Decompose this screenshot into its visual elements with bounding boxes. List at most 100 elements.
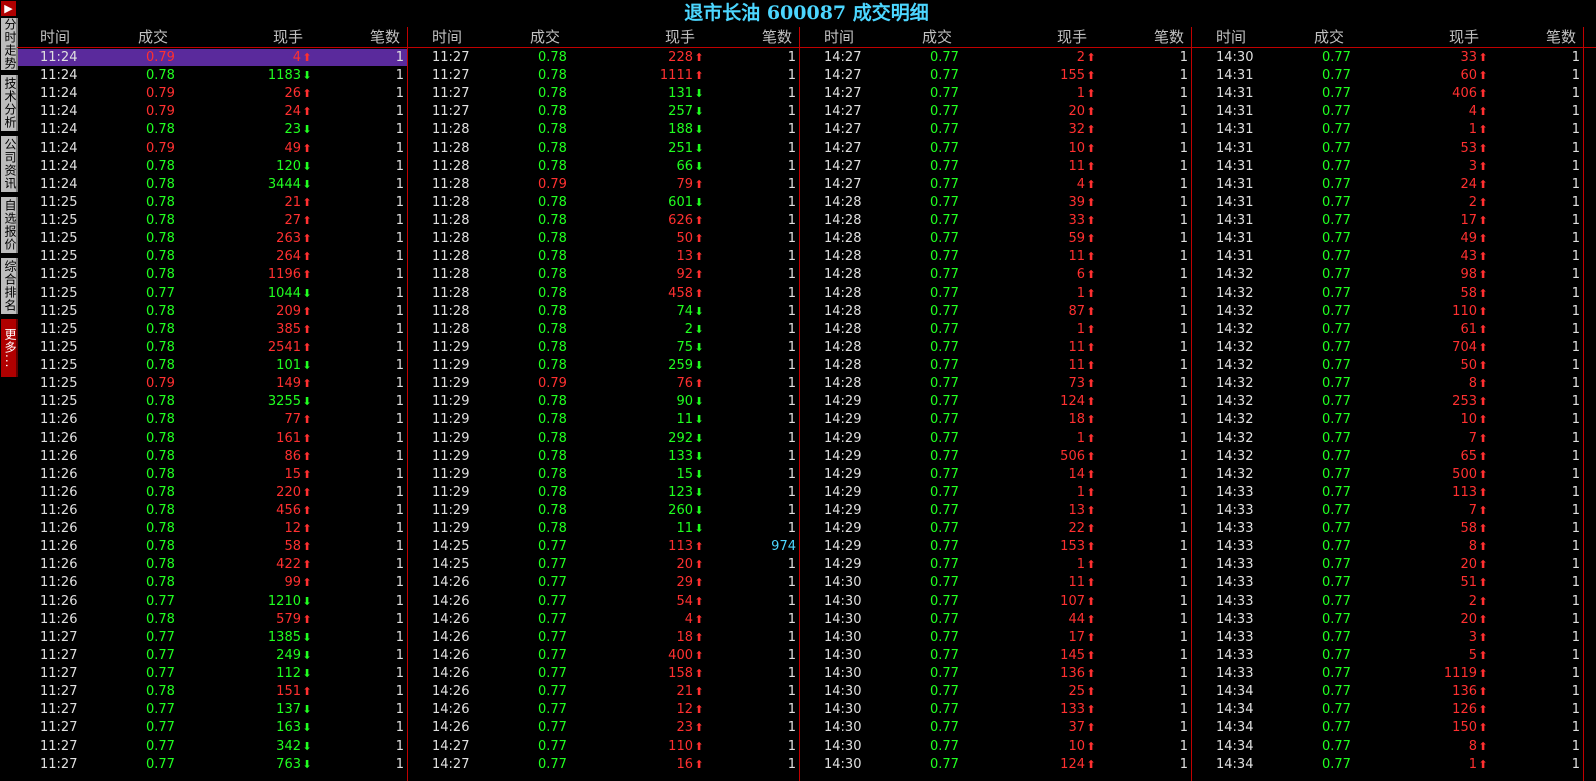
row-count: 1 — [395, 104, 404, 120]
row-price: 0.78 — [146, 176, 175, 192]
row-price: 0.78 — [146, 231, 175, 247]
arrow-down-icon: ⬇ — [694, 431, 704, 445]
sidebar-tab-more[interactable]: 更多... — [1, 319, 18, 377]
row-time: 14:31 — [1216, 122, 1254, 138]
row-time: 14:32 — [1216, 430, 1254, 446]
row-price: 0.79 — [146, 104, 175, 120]
row-count: 1 — [1179, 339, 1188, 355]
row-count: 1 — [1571, 593, 1580, 609]
arrow-up-icon: ⬆ — [1086, 51, 1096, 64]
row-volume: 253⬆ — [1394, 393, 1489, 411]
row-volume-value: 1196 — [267, 267, 301, 283]
row-count: 1 — [787, 666, 796, 682]
row-volume: 3444⬇ — [218, 176, 313, 194]
row-volume-value: 2 — [1468, 593, 1477, 609]
arrow-up-icon: ⬆ — [694, 51, 704, 64]
sidebar-tab-intraday[interactable]: 分时走势 — [1, 18, 18, 70]
row-volume-value: 20 — [676, 557, 693, 573]
row-volume-value: 11 — [1068, 358, 1085, 374]
row-volume: 158⬆ — [610, 665, 705, 683]
row-volume: 1⬆ — [1002, 321, 1097, 339]
row-time: 14:30 — [824, 575, 862, 591]
arrow-up-icon: ⬆ — [1478, 540, 1488, 554]
row-volume: 24⬆ — [218, 103, 313, 121]
sidebar-tab-watchlist[interactable]: 自选报价 — [1, 197, 18, 253]
arrow-up-icon: ⬆ — [302, 413, 312, 427]
row-count: 1 — [395, 358, 404, 374]
row-price: 0.78 — [538, 521, 567, 537]
row-count: 1 — [395, 593, 404, 609]
row-price: 0.77 — [930, 466, 959, 482]
row-price: 0.77 — [1322, 647, 1351, 663]
row-volume-value: 260 — [668, 503, 693, 518]
row-count: 1 — [395, 430, 404, 446]
row-volume-value: 145 — [1060, 647, 1085, 663]
row-volume: 87⬆ — [1002, 303, 1097, 321]
row-count: 1 — [1179, 611, 1188, 627]
header-count: 笔数 — [762, 28, 793, 46]
row-time: 14:33 — [1216, 557, 1254, 573]
row-time: 11:25 — [40, 376, 78, 392]
row-volume: 61⬆ — [1394, 321, 1489, 339]
row-volume: 1⬆ — [1002, 85, 1097, 103]
arrow-up-icon: ⬆ — [302, 340, 312, 354]
row-time: 14:27 — [824, 68, 862, 84]
row-volume: 1⬆ — [1002, 556, 1097, 574]
row-volume-value: 15 — [284, 466, 301, 482]
sidebar-tab-company-info[interactable]: 公司资讯 — [1, 136, 18, 192]
row-volume-value: 18 — [1068, 412, 1085, 428]
row-volume: 5⬆ — [1394, 647, 1489, 665]
row-volume-value: 90 — [676, 394, 693, 410]
row-price: 0.77 — [1322, 358, 1351, 374]
row-time: 11:25 — [40, 394, 78, 410]
row-volume: 99⬆ — [218, 574, 313, 592]
row-count: 1 — [395, 702, 404, 718]
sidebar-tab-technical[interactable]: 技术分析 — [1, 75, 18, 131]
row-volume-value: 11 — [1068, 249, 1085, 265]
row-price: 0.78 — [538, 339, 567, 355]
row-price: 0.78 — [538, 267, 567, 283]
row-time: 11:26 — [40, 430, 78, 446]
row-count: 1 — [1571, 140, 1580, 156]
row-price: 0.77 — [930, 647, 959, 663]
row-price: 0.78 — [146, 122, 175, 138]
row-volume: 3255⬇ — [218, 393, 313, 411]
arrow-up-icon: ⬆ — [1086, 685, 1096, 699]
row-volume: 33⬆ — [1002, 212, 1097, 230]
row-price: 0.78 — [538, 140, 567, 156]
row-volume-value: 65 — [1460, 448, 1477, 464]
row-count: 1 — [395, 303, 404, 319]
header-price: 成交 — [922, 28, 953, 46]
row-time: 11:24 — [40, 158, 78, 174]
row-price: 0.77 — [1322, 484, 1351, 500]
row-price: 0.78 — [538, 466, 567, 482]
row-volume-value: 16 — [676, 756, 693, 772]
row-price: 0.77 — [1322, 176, 1351, 192]
row-price: 0.77 — [930, 68, 959, 84]
sidebar-tab-ranking[interactable]: 综合排名 — [1, 258, 18, 314]
row-volume: 601⬇ — [610, 194, 705, 212]
row-count: 1 — [787, 231, 796, 247]
row-count: 1 — [395, 321, 404, 337]
row-time: 14:29 — [824, 539, 862, 555]
row-price: 0.77 — [1322, 213, 1351, 229]
row-time: 14:31 — [1216, 104, 1254, 120]
exit-icon[interactable]: ▶ — [1, 1, 16, 16]
arrow-up-icon: ⬆ — [694, 648, 704, 662]
row-count: 1 — [1179, 466, 1188, 482]
arrow-up-icon: ⬆ — [302, 522, 312, 536]
row-time: 14:26 — [432, 647, 470, 663]
row-price: 0.77 — [930, 738, 959, 754]
row-time: 14:25 — [432, 557, 470, 573]
arrow-up-icon: ⬆ — [694, 721, 704, 735]
row-volume: 65⬆ — [1394, 448, 1489, 466]
row-price: 0.77 — [146, 738, 175, 754]
row-time: 14:32 — [1216, 376, 1254, 392]
row-volume-value: 2 — [684, 321, 693, 337]
arrow-up-icon: ⬆ — [1086, 177, 1096, 191]
row-price: 0.78 — [146, 68, 175, 84]
row-volume: 15⬇ — [610, 466, 705, 484]
row-volume: 43⬆ — [1394, 248, 1489, 266]
row-time: 14:29 — [824, 503, 862, 518]
arrow-up-icon: ⬆ — [694, 250, 704, 264]
